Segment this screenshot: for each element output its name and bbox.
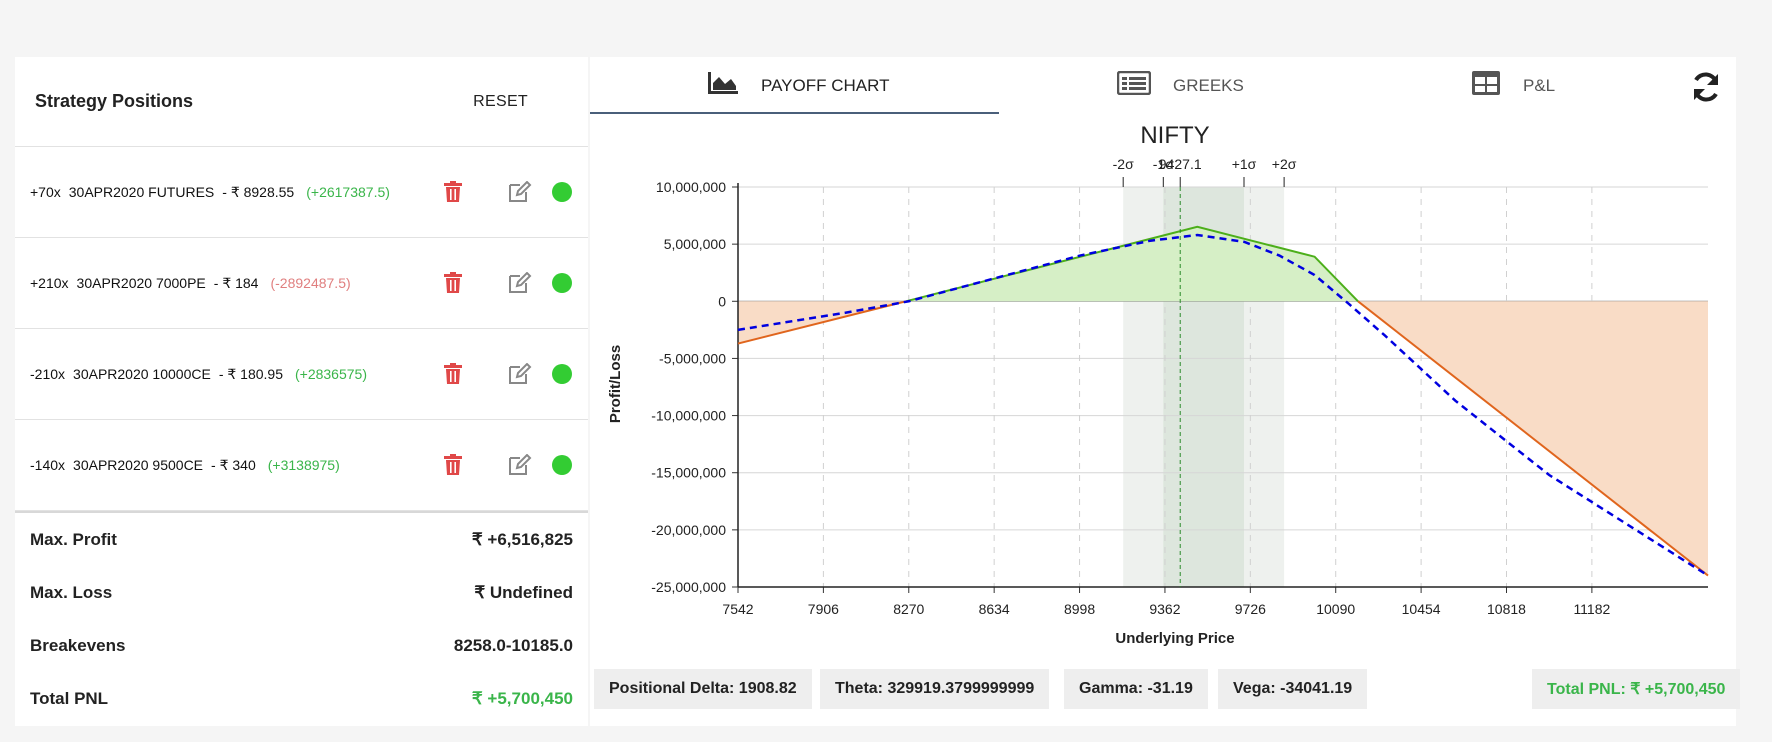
tab-label: GREEKS [1173, 75, 1244, 95]
position-pnl: (+2836575) [294, 366, 367, 382]
x-tick-label: 11182 [1573, 601, 1610, 617]
position-qty: +70x [30, 184, 61, 200]
position-price: - ₹ 8928.55 [222, 183, 295, 200]
position-symbol: 30APR2020 FUTURES [68, 184, 215, 200]
sigma-label: -2σ [1113, 156, 1134, 172]
sigma-label: -1σ [1153, 156, 1174, 172]
position-row: +210x 30APR2020 7000PE - ₹ 184 (-2892487.5) [15, 238, 588, 329]
edit-icon[interactable] [508, 271, 532, 294]
refresh-icon[interactable] [1689, 70, 1723, 104]
trash-icon[interactable] [443, 363, 463, 385]
edit-icon[interactable] [508, 180, 532, 203]
y-tick-label: -5,000,000 [659, 350, 726, 366]
y-tick-label: 0 [718, 293, 726, 309]
x-tick-label: 7906 [808, 601, 839, 617]
trash-icon[interactable] [443, 181, 463, 203]
summary-max-profit: Max. Profit ₹ +6,516,825 [15, 513, 588, 566]
summary-max-loss: Max. Loss ₹ Undefined [15, 566, 588, 619]
position-qty: -210x [30, 366, 66, 382]
tab-payoff-chart[interactable]: PAYOFF CHART [707, 57, 889, 114]
summary-section: Max. Profit ₹ +6,516,825 Max. Loss ₹ Und… [15, 511, 588, 725]
position-pnl: (-2892487.5) [270, 275, 351, 291]
gamma-value: Gamma: -31.19 [1064, 669, 1208, 709]
trash-icon[interactable] [443, 272, 463, 294]
x-tick-label: 10818 [1487, 601, 1526, 617]
reset-button[interactable]: RESET [473, 93, 528, 111]
y-tick-label: 10,000,000 [656, 179, 726, 195]
status-indicator[interactable] [552, 182, 572, 202]
position-qty: -140x [30, 457, 66, 473]
x-tick-label: 10454 [1402, 601, 1441, 617]
strategy-positions-panel: Strategy Positions RESET +70x 30APR2020 F… [15, 57, 588, 726]
summary-value: ₹ +6,516,825 [471, 529, 573, 549]
total-pnl-box: Total PNL: ₹ +5,700,450 [1532, 669, 1741, 709]
list-icon [1116, 70, 1152, 100]
position-price: - ₹ 180.95 [218, 365, 283, 382]
payoff-chart: NIFTY 10,000,000 5,000,000 0 -5,000,000 -10,0… [607, 122, 1709, 647]
position-row: -140x 30APR2020 9500CE - ₹ 340 (+3138975) [15, 420, 588, 511]
area-chart-icon [707, 71, 739, 100]
summary-label: Breakevens [30, 635, 126, 655]
x-axis-title: Underlying Price [1115, 630, 1234, 647]
summary-label: Total PNL [30, 688, 109, 708]
x-tick-label: 9362 [1149, 601, 1180, 617]
position-pnl: (+2617387.5) [306, 184, 390, 200]
sigma-label: +2σ [1272, 156, 1297, 172]
theta-value: Theta: 329919.3799999999 [820, 669, 1050, 709]
trash-icon[interactable] [443, 454, 463, 476]
active-tab-indicator [590, 112, 999, 114]
positional-delta: Positional Delta: 1908.82 [594, 669, 812, 709]
edit-icon[interactable] [508, 362, 532, 385]
position-price: - ₹ 184 [213, 274, 259, 291]
position-symbol: 30APR2020 10000CE [73, 366, 211, 382]
y-axis-title: Profit/Loss [607, 345, 624, 423]
summary-label: Max. Profit [30, 529, 117, 549]
position-row: -210x 30APR2020 10000CE - ₹ 180.95 (+283657… [15, 329, 588, 420]
summary-value: ₹ Undefined [474, 582, 573, 602]
x-tick-label: 9726 [1235, 601, 1266, 617]
y-tick-label: -20,000,000 [651, 522, 726, 538]
tab-label: P&L [1523, 75, 1556, 95]
position-price: - ₹ 340 [211, 456, 256, 473]
status-indicator[interactable] [552, 364, 572, 384]
x-tick-label: 8270 [893, 601, 924, 617]
panel-title: Strategy Positions [35, 91, 194, 111]
status-indicator[interactable] [552, 455, 572, 475]
vega-value: Vega: -34041.19 [1218, 669, 1368, 709]
y-tick-label: 5,000,000 [664, 236, 726, 252]
summary-value: ₹ +5,700,450 [471, 688, 573, 708]
position-qty: +210x [30, 275, 69, 291]
y-tick-label: -25,000,000 [651, 579, 726, 595]
position-symbol: 30APR2020 9500CE [73, 457, 204, 473]
positions-list: +70x 30APR2020 FUTURES - ₹ 8928.55 (+261738… [15, 147, 588, 511]
tab-greeks[interactable]: GREEKS [1116, 57, 1244, 114]
tab-label: PAYOFF CHART [761, 75, 890, 95]
edit-icon[interactable] [508, 453, 532, 476]
x-tick-label: 8634 [979, 601, 1010, 617]
position-pnl: (+3138975) [267, 457, 340, 473]
summary-breakevens: Breakevens 8258.0-10185.0 [15, 619, 588, 672]
sigma-label: +1σ [1232, 156, 1257, 172]
y-tick-label: -10,000,000 [651, 408, 726, 424]
y-tick-label: -15,000,000 [651, 465, 726, 481]
chart-panel: PAYOFF CHART GREEKS P&L NIFTY 10,000,000… [590, 57, 1741, 726]
status-indicator[interactable] [552, 273, 572, 293]
table-icon [1471, 70, 1501, 101]
tab-bar: PAYOFF CHART GREEKS P&L [590, 57, 1736, 115]
position-row: +70x 30APR2020 FUTURES - ₹ 8928.55 (+261738… [15, 147, 588, 238]
x-tick-label: 8998 [1064, 601, 1095, 617]
x-tick-label: 7542 [722, 601, 753, 617]
tab-pnl[interactable]: P&L [1471, 57, 1555, 114]
summary-total-pnl: Total PNL ₹ +5,700,450 [15, 672, 588, 725]
position-symbol: 30APR2020 7000PE [76, 275, 206, 291]
summary-value: 8258.0-10185.0 [453, 635, 573, 655]
chart-title: NIFTY [1140, 122, 1209, 149]
summary-label: Max. Loss [30, 582, 113, 602]
positions-header: Strategy Positions RESET [15, 57, 588, 147]
x-tick-label: 10090 [1316, 601, 1355, 617]
